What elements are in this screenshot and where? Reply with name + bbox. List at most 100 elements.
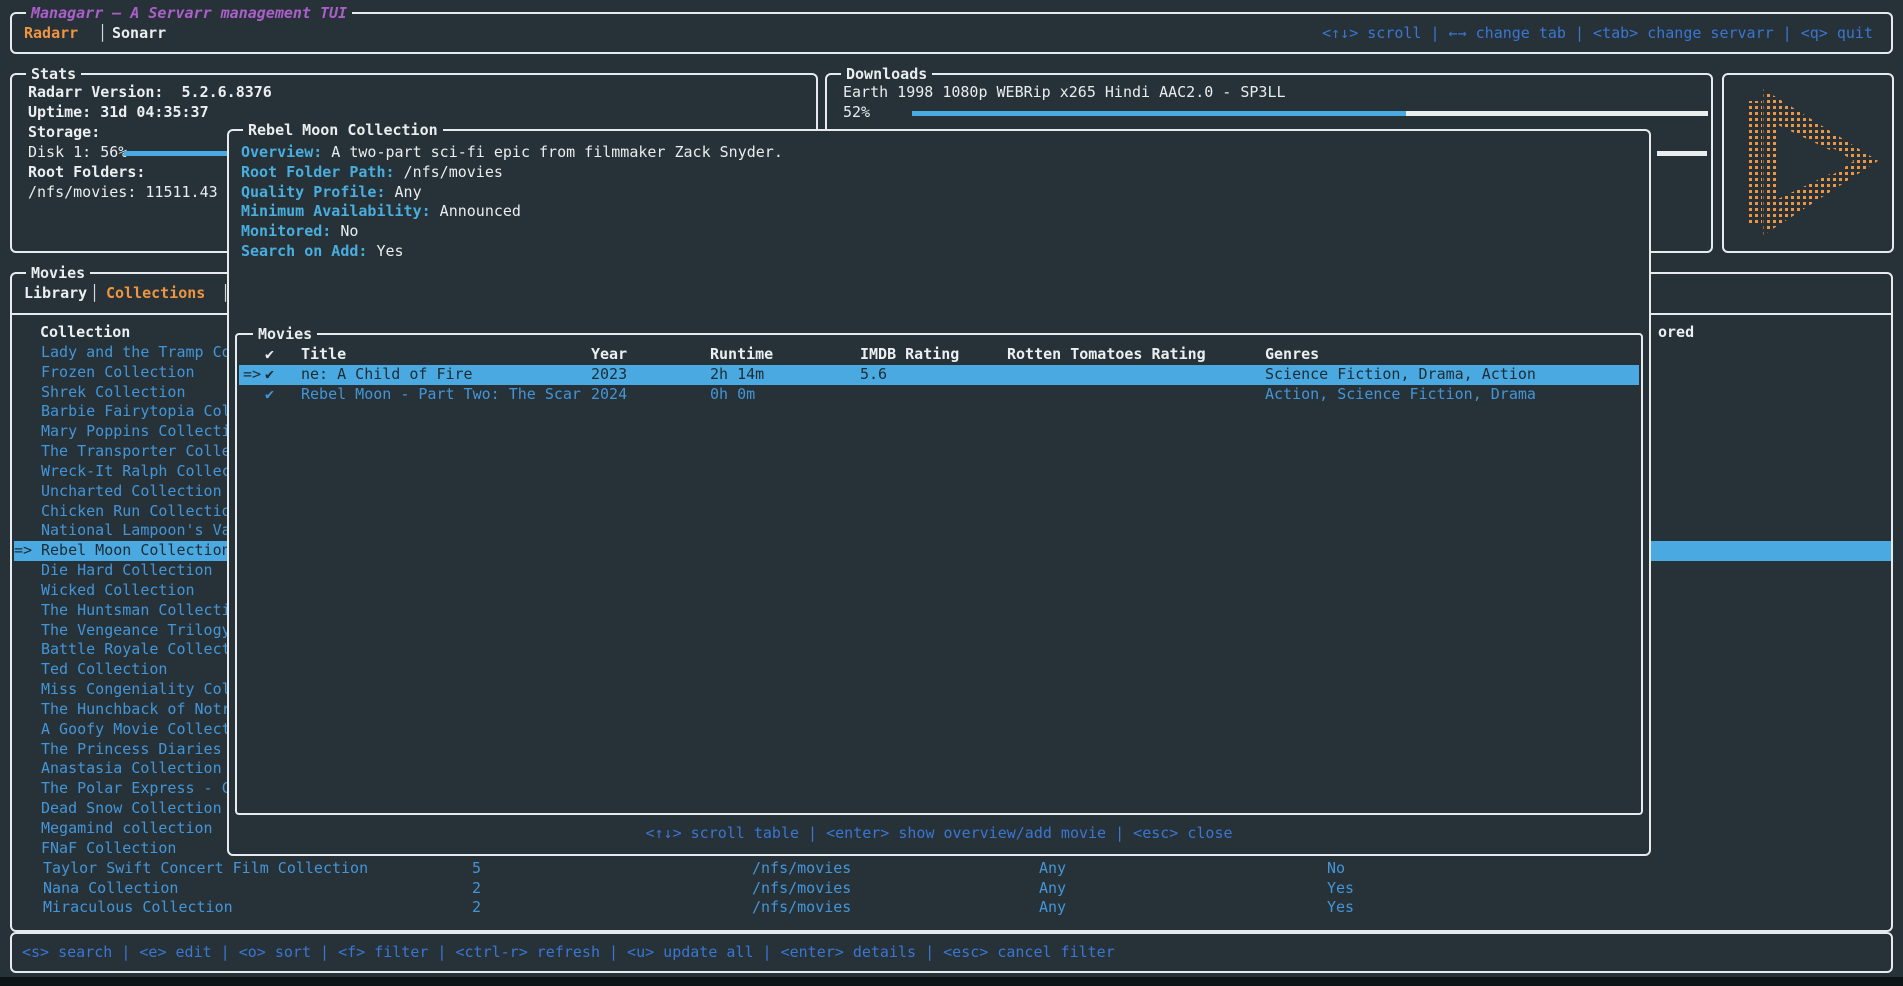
collection-row[interactable]: Miraculous Collection 2 /nfs/movies Any … [14,898,1891,918]
field-label: Overview: [241,143,322,161]
movie-imdb-rating: 5.6 [860,365,887,385]
radarr-version: Radarr Version: 5.2.6.8376 [28,83,272,103]
field-label: Monitored: [241,222,331,240]
quality-profile: Any [1039,898,1066,918]
uptime: Uptime: 31d 04:35:37 [28,103,209,123]
movie-year: 2023 [591,365,627,385]
collection-name: The Polar Express - C [41,779,231,797]
field-value: A two-part sci-fi epic from filmmaker Za… [322,143,783,161]
field-value: Any [386,183,422,201]
movie-row[interactable]: ✔ Rebel Moon - Part Two: The Scar 2024 0… [239,385,1639,405]
field-label: Root Folder Path: [241,163,395,181]
download-progress-fill [912,111,1406,116]
modal-movies-table-block: Movies ✔ Title Year Runtime IMDB Rating … [235,333,1643,815]
collection-fields: Overview: A two-part sci-fi epic from fi… [241,143,783,262]
movie-genres: Science Fiction, Drama, Action [1265,365,1536,385]
collection-name: Frozen Collection [41,363,195,381]
rotten-tomatoes-header: Rotten Tomatoes Rating [1007,345,1206,365]
collection-field: Search on Add: Yes [241,242,783,262]
collection-field: Root Folder Path: /nfs/movies [241,163,783,183]
managarr-logo [1724,75,1892,251]
root-folder-path: /nfs/movies [752,898,851,918]
field-value: Announced [431,202,521,220]
tab-sonarr[interactable]: Sonarr [112,24,166,44]
tab-radarr[interactable]: Radarr [24,24,78,44]
collection-name: Dead Snow Collection [41,799,222,817]
collection-name: Shrek Collection [41,383,186,401]
collection-details-modal: Rebel Moon Collection Overview: A two-pa… [227,129,1651,856]
tab-collections[interactable]: Collections [106,284,205,304]
collection-name: Miraculous Collection [43,898,233,918]
collection-name: Barbie Fairytopia Col [41,402,231,420]
collection-name: The Princess Diaries [41,740,222,758]
field-label: Search on Add: [241,242,367,260]
field-label: Minimum Availability: [241,202,431,220]
stats-title: Stats [26,64,81,84]
field-value: No [331,222,358,240]
collection-name: Wreck-It Ralph Collec [41,462,231,480]
collection-field: Minimum Availability: Announced [241,202,783,222]
collection-name: Megamind collection [41,819,213,837]
downloads-title: Downloads [841,64,932,84]
collection-name: The Hunchback of Notr [41,700,231,718]
monitored-check-header: ✔ [265,345,274,365]
genres-header: Genres [1265,345,1319,365]
footer-keybindings: <s> search | <e> edit | <o> sort | <f> f… [22,943,1115,963]
disk-usage-label: Disk 1: 56% [28,143,127,163]
imdb-rating-header: IMDB Rating [860,345,959,365]
storage-label: Storage: [28,123,100,143]
selection-marker: => [14,541,41,561]
download-item-name: Earth 1998 1080p WEBRip x265 Hindi AAC2.… [843,83,1286,103]
header-block: Managarr – A Servarr management TUI Rada… [10,12,1893,54]
collection-name: Mary Poppins Collecti [41,422,231,440]
field-label: Quality Profile: [241,183,386,201]
search-on-add: Yes [1327,879,1354,899]
terminal-strip [0,977,1903,986]
modal-title: Rebel Moon Collection [243,120,443,140]
logo-block [1722,73,1894,253]
collection-name: Ted Collection [41,660,167,678]
search-on-add: Yes [1327,898,1354,918]
collection-field: Monitored: No [241,222,783,242]
collection-name: Miss Congeniality Col [41,680,231,698]
movie-title: ne: A Child of Fire [301,365,473,385]
collection-name: Nana Collection [43,879,178,899]
collection-row[interactable]: Taylor Swift Concert Film Collection 5 /… [14,859,1891,879]
download-percent-label: 52% [843,103,870,123]
search-on-add: No [1327,859,1345,879]
collection-field: Overview: A two-part sci-fi epic from fi… [241,143,783,163]
app-title: Managarr – A Servarr management TUI [26,3,352,23]
monitored-check: ✔ [265,385,274,405]
header-keybindings: <↑↓> scroll | ←→ change tab | <tab> chan… [1322,24,1873,44]
movie-row[interactable]: => ✔ ne: A Child of Fire 2023 2h 14m 5.6… [239,365,1639,385]
managarr-app: Managarr – A Servarr management TUI Rada… [0,0,1903,986]
movie-runtime: 0h 0m [710,385,755,405]
number-of-movies: 2 [472,898,481,918]
field-value: /nfs/movies [395,163,503,181]
collection-name: A Goofy Movie Collect [41,720,231,738]
collection-name: Battle Royale Collect [41,640,231,658]
collection-name: Anastasia Collection [41,759,222,777]
movies-panel-title: Movies [26,263,90,283]
selection-marker: => [243,365,261,385]
collection-name: Die Hard Collection [41,561,213,579]
collection-name: Rebel Moon Collection [41,541,231,559]
number-of-movies: 5 [472,859,481,879]
collection-name: Chicken Run Collectio [41,502,231,520]
root-folders-label: Root Folders: [28,163,145,183]
collection-name: Lady and the Tramp Co [41,343,231,361]
root-folder-usage: /nfs/movies: 11511.43 GB [28,183,245,203]
tab-separator: │ [98,24,107,44]
number-of-movies: 2 [472,879,481,899]
quality-profile: Any [1039,859,1066,879]
root-folder-path: /nfs/movies [752,859,851,879]
modal-keybindings: <↑↓> scroll table | <enter> show overvie… [229,824,1649,844]
runtime-header: Runtime [710,345,773,365]
collection-field: Quality Profile: Any [241,183,783,203]
tab-separator: │ [90,284,99,304]
quality-profile: Any [1039,879,1066,899]
tab-library[interactable]: Library [24,284,87,304]
monitored-check: ✔ [265,365,274,385]
collection-name: The Transporter Colle [41,442,231,460]
collection-row[interactable]: Nana Collection 2 /nfs/movies Any Yes [14,879,1891,899]
